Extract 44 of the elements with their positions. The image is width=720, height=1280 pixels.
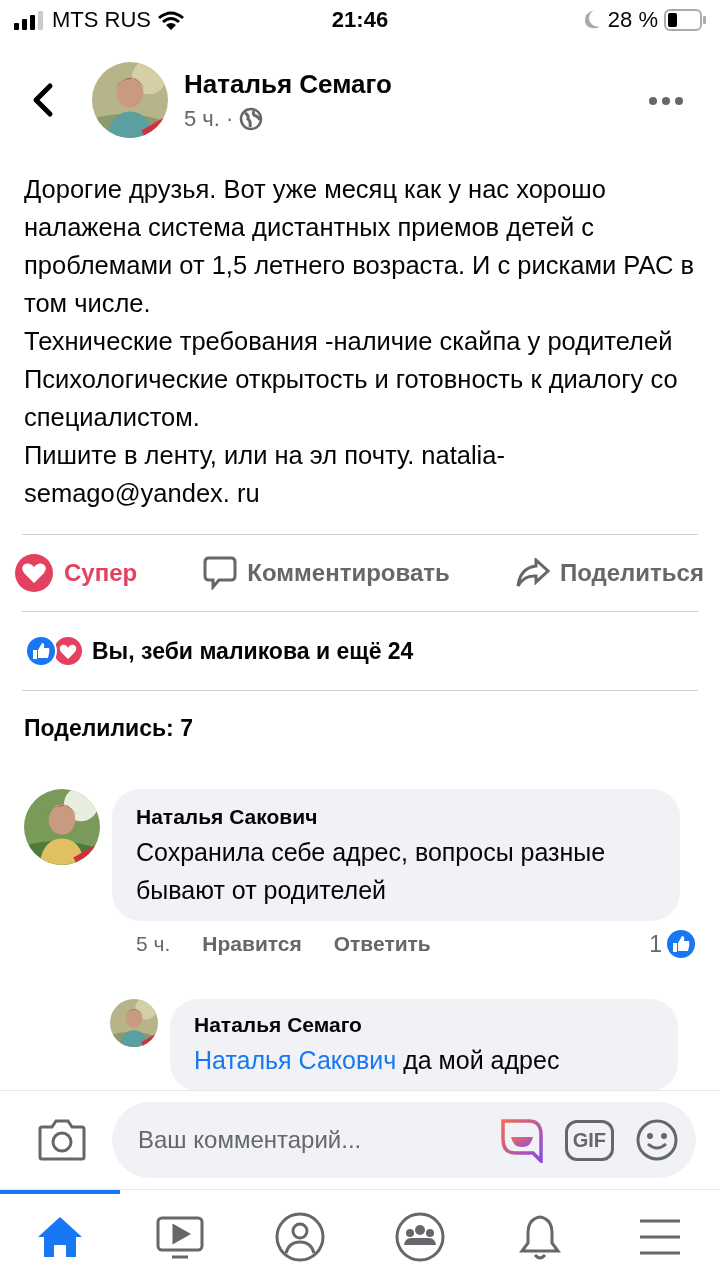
gif-button[interactable]: GIF — [564, 1119, 614, 1161]
sticker-icon — [498, 1117, 543, 1163]
share-icon — [515, 558, 550, 588]
commenter-name[interactable]: Наталья Семаго — [194, 1013, 654, 1037]
shares-count[interactable]: Поделились: 7 — [24, 715, 193, 741]
menu-icon — [638, 1217, 682, 1257]
like-icon — [666, 929, 696, 959]
reaction-button[interactable]: Супер — [14, 553, 138, 593]
reply-text: Наталья Сакович да мой адрес — [194, 1045, 561, 1076]
camera-icon — [38, 1119, 86, 1161]
globe-icon — [239, 106, 264, 131]
post-paragraph: Технические требования -наличие скайпа у родителей — [24, 326, 674, 357]
comment-icon — [203, 556, 238, 590]
mention-link[interactable]: Наталья Сакович — [194, 1046, 397, 1074]
reactions-icon — [24, 634, 84, 668]
profile-icon — [275, 1212, 325, 1262]
author-name[interactable]: Наталья Семаго — [184, 68, 648, 100]
reactions-summary[interactable]: Вы, зеби маликова и ещё 24 — [92, 637, 414, 665]
emoji-icon — [636, 1119, 678, 1161]
like-link[interactable]: Нравится — [202, 932, 302, 956]
carrier-name: MTS RUS — [52, 7, 151, 33]
signal-icon — [14, 10, 46, 30]
wifi-icon — [157, 10, 185, 30]
post-paragraph: Пишите в ленту, или на эл почту. natalia-semago@yandex. ru — [24, 440, 506, 509]
comment-text: Сохранила себе адрес, вопросы разные бывают от родителей — [136, 837, 607, 906]
share-button[interactable]: Поделиться — [515, 558, 704, 588]
comment-time: 5 ч. — [136, 932, 171, 956]
separator: · — [225, 105, 234, 132]
groups-icon — [395, 1212, 445, 1262]
like-count: 1 — [649, 930, 662, 958]
battery-percent: 28 % — [607, 7, 658, 33]
reply-link[interactable]: Ответить — [333, 932, 431, 956]
bell-icon — [518, 1213, 562, 1261]
comment-button[interactable]: Комментировать — [203, 556, 450, 590]
post-time: 5 ч. — [184, 105, 220, 132]
home-icon — [36, 1215, 84, 1259]
commenter-name[interactable]: Наталья Сакович — [136, 805, 656, 829]
battery-icon — [664, 9, 706, 31]
post-paragraph: Психологические открытость и готовность к диалогу со специалистом. — [24, 364, 679, 433]
clock: 21:46 — [331, 7, 389, 33]
post-paragraph: Дорогие друзья. Вот уже месяц как у нас хорошо налажена система дистантных приемов детей с проблемами от 1,5 летнего возраста. И с рисками РАС в том числе. — [24, 174, 696, 319]
video-icon — [156, 1215, 204, 1259]
comment-field[interactable]: Ваш комментарий... GIF — [112, 1102, 696, 1178]
more-button[interactable] — [648, 94, 684, 106]
